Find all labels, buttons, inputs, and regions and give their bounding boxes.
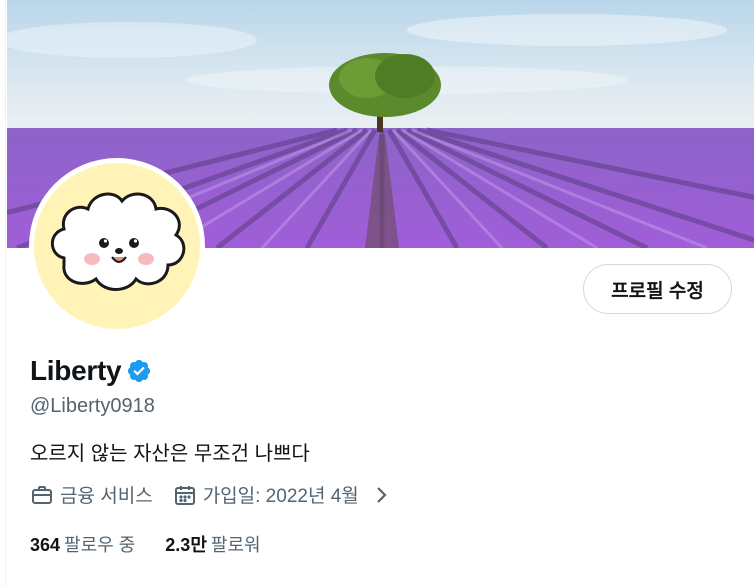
following-link[interactable]: 364 팔로우 중 <box>30 531 135 557</box>
following-count: 364 <box>30 535 61 555</box>
follow-stats: 364 팔로우 중 2.3만 팔로워 <box>30 531 291 557</box>
left-divider <box>0 0 6 587</box>
profile-bio: 오르지 않는 자산은 무조건 나쁘다 <box>30 443 310 465</box>
edit-profile-button[interactable]: 프로필 수정 <box>583 264 732 314</box>
category-item: 금융 서비스 <box>30 481 153 508</box>
followers-label: 팔로워 <box>210 535 261 555</box>
profile-avatar[interactable] <box>29 158 205 334</box>
followers-count: 2.3만 <box>165 535 207 555</box>
calendar-icon <box>173 483 197 507</box>
cloud-mascot-image <box>50 192 186 291</box>
following-label: 팔로우 중 <box>64 535 136 555</box>
profile-handle: @Liberty0918 <box>30 395 155 417</box>
verified-badge-icon[interactable] <box>126 358 152 384</box>
category-label: 금융 서비스 <box>60 486 153 507</box>
profile-meta-row: 금융 서비스 가입일: 2022년 4월 <box>30 481 413 508</box>
briefcase-icon <box>30 483 54 507</box>
followers-link[interactable]: 2.3만 팔로워 <box>165 531 260 557</box>
joined-date-label: 가입일: 2022년 4월 <box>202 486 359 507</box>
display-name: Liberty <box>30 355 122 386</box>
joined-date-item[interactable]: 가입일: 2022년 4월 <box>173 481 393 508</box>
profile-name-row: Liberty <box>30 355 152 387</box>
chevron-right-icon[interactable] <box>369 483 393 507</box>
